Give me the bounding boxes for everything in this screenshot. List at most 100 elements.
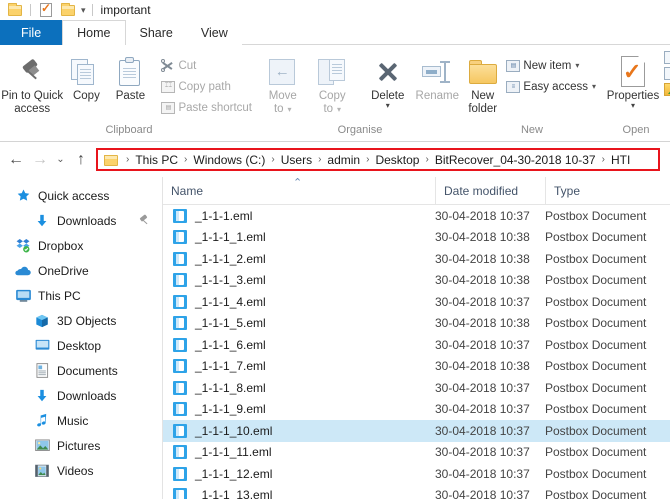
table-row[interactable]: _1-1-1_6.eml 30-04-2018 10:37 Postbox Do…	[163, 334, 670, 356]
file-name: _1-1-1_3.eml	[195, 273, 266, 288]
tab-view[interactable]: View	[187, 20, 242, 45]
paste-shortcut-icon: ▤	[158, 101, 178, 114]
sidebar-item-3d-objects[interactable]: 3D Objects	[0, 308, 162, 333]
sidebar-item-documents[interactable]: Documents	[0, 358, 162, 383]
explorer-body: Quick access Downloads Dropbox OneDrive …	[0, 177, 670, 499]
sidebar-item-pictures[interactable]: Pictures	[0, 433, 162, 458]
eml-file-icon	[173, 273, 187, 288]
sidebar-item-downloads-quick[interactable]: Downloads	[0, 208, 162, 233]
file-type: Postbox Document	[545, 359, 647, 374]
sort-ascending-icon: ⌃	[293, 177, 303, 189]
breadcrumb-bitrecover[interactable]: BitRecover_04-30-2018 10-37	[434, 153, 597, 167]
copy-path-button[interactable]: ⌶⌶ Copy path	[158, 76, 258, 97]
breadcrumb-separator: ›	[425, 154, 429, 165]
new-folder-icon	[468, 54, 498, 90]
breadcrumb[interactable]: › This PC › Windows (C:) › Users › admin…	[96, 148, 660, 171]
paste-shortcut-button[interactable]: ▤ Paste shortcut	[158, 97, 258, 118]
up-button[interactable]: ↑	[69, 148, 93, 172]
copy-button[interactable]: Copy	[64, 52, 108, 103]
sidebar-item-videos[interactable]: Videos	[0, 458, 162, 483]
breadcrumb-this-pc[interactable]: This PC	[134, 153, 179, 167]
table-row[interactable]: _1-1-1.eml 30-04-2018 10:37 Postbox Docu…	[163, 205, 670, 227]
folder-icon[interactable]	[7, 2, 23, 18]
table-row[interactable]: _1-1-1_11.eml 30-04-2018 10:37 Postbox D…	[163, 442, 670, 464]
table-row[interactable]: _1-1-1_7.eml 30-04-2018 10:38 Postbox Do…	[163, 356, 670, 378]
tab-file[interactable]: File	[0, 20, 63, 45]
table-row[interactable]: _1-1-1_9.eml 30-04-2018 10:37 Postbox Do…	[163, 399, 670, 421]
table-row[interactable]: _1-1-1_3.eml 30-04-2018 10:38 Postbox Do…	[163, 270, 670, 292]
delete-dropdown-caret[interactable]: ▾	[386, 102, 390, 110]
tab-share[interactable]: Share	[126, 20, 187, 45]
table-row-selected[interactable]: _1-1-1_10.eml 30-04-2018 10:37 Postbox D…	[163, 420, 670, 442]
breadcrumb-admin[interactable]: admin	[326, 153, 361, 167]
file-date: 30-04-2018 10:37	[435, 445, 530, 460]
sidebar-item-onedrive[interactable]: OneDrive	[0, 258, 162, 283]
file-date: 30-04-2018 10:37	[435, 380, 530, 395]
sidebar-item-downloads[interactable]: Downloads	[0, 383, 162, 408]
forward-button[interactable]: →	[28, 148, 52, 172]
open-with-icon[interactable]	[664, 51, 670, 64]
history-icon[interactable]	[664, 83, 670, 96]
back-button[interactable]: ←	[4, 148, 28, 172]
copy-to-button[interactable]: Copy to ▾	[308, 52, 358, 116]
table-row[interactable]: _1-1-1_1.eml 30-04-2018 10:38 Postbox Do…	[163, 227, 670, 249]
file-type: Postbox Document	[545, 251, 647, 266]
open-group-commands	[664, 45, 670, 141]
easy-access-button[interactable]: ≡ Easy access ▾	[503, 76, 602, 97]
move-to-label-line2: to ▾	[273, 103, 292, 115]
pin-to-quick-access-button[interactable]: Pin to Quick access	[0, 52, 64, 116]
new-folder-quick-icon[interactable]	[60, 2, 76, 18]
properties-checkmark-icon[interactable]	[38, 1, 54, 18]
file-date: 30-04-2018 10:38	[435, 230, 530, 245]
sidebar-label: Downloads	[57, 388, 117, 403]
sidebar-item-desktop[interactable]: Desktop	[0, 333, 162, 358]
pin-icon[interactable]	[139, 214, 150, 226]
table-row[interactable]: _1-1-1_4.eml 30-04-2018 10:37 Postbox Do…	[163, 291, 670, 313]
breadcrumb-users[interactable]: Users	[280, 153, 313, 167]
file-name: _1-1-1.eml	[195, 208, 253, 223]
sidebar-label: Videos	[57, 463, 94, 478]
table-row[interactable]: _1-1-1_8.eml 30-04-2018 10:37 Postbox Do…	[163, 377, 670, 399]
copy-pages-icon	[71, 54, 101, 90]
breadcrumb-windows-c[interactable]: Windows (C:)	[192, 153, 266, 167]
column-header-name[interactable]: Name ⌃	[163, 177, 435, 205]
table-row[interactable]: _1-1-1_12.eml 30-04-2018 10:37 Postbox D…	[163, 463, 670, 485]
sidebar-item-this-pc[interactable]: This PC	[0, 283, 162, 308]
window-title: important	[100, 3, 151, 17]
recent-locations-button[interactable]: ⌄	[52, 148, 69, 172]
new-folder-button[interactable]: New folder	[462, 52, 503, 116]
rename-button[interactable]: Rename	[413, 52, 463, 103]
column-header-date-modified[interactable]: Date modified	[435, 177, 545, 205]
properties-dropdown-caret[interactable]: ▾	[631, 102, 635, 110]
videos-icon	[33, 462, 51, 480]
move-to-button[interactable]: ← Move to ▾	[258, 52, 308, 116]
new-item-caret[interactable]: ▾	[575, 61, 579, 70]
sidebar-item-music[interactable]: Music	[0, 408, 162, 433]
edit-icon[interactable]	[664, 67, 670, 80]
folder-icon	[104, 153, 119, 166]
table-row[interactable]: _1-1-1_5.eml 30-04-2018 10:38 Postbox Do…	[163, 313, 670, 335]
paste-button[interactable]: Paste	[108, 52, 152, 103]
breadcrumb-desktop[interactable]: Desktop	[374, 153, 420, 167]
cut-label: Cut	[178, 59, 197, 72]
address-bar: ← → ⌄ ↑ › This PC › Windows (C:) › Users…	[0, 142, 670, 177]
column-headers: Name ⌃ Date modified Type	[163, 177, 670, 205]
breadcrumb-hti[interactable]: HTI	[610, 153, 631, 167]
breadcrumb-separator: ›	[184, 154, 188, 165]
easy-access-caret[interactable]: ▾	[592, 82, 596, 91]
new-item-button[interactable]: ▤ New item ▾	[503, 55, 602, 76]
cut-button[interactable]: Cut	[158, 55, 258, 76]
file-date: 30-04-2018 10:37	[435, 337, 530, 352]
delete-button[interactable]: Delete ▾	[363, 52, 413, 110]
sidebar-item-dropbox[interactable]: Dropbox	[0, 233, 162, 258]
column-header-type[interactable]: Type	[545, 177, 670, 205]
tab-home[interactable]: Home	[62, 20, 126, 45]
group-label-organise: Organise	[337, 124, 383, 136]
properties-button[interactable]: ✓ Properties ▾	[602, 52, 664, 110]
sidebar-item-quick-access[interactable]: Quick access	[0, 183, 162, 208]
table-row[interactable]: _1-1-1_2.eml 30-04-2018 10:38 Postbox Do…	[163, 248, 670, 270]
chevron-down-icon[interactable]: ▾	[81, 5, 86, 16]
delete-x-icon	[375, 54, 401, 90]
table-row[interactable]: _1-1-1_13.eml 30-04-2018 10:37 Postbox D…	[163, 485, 670, 499]
download-arrow-icon	[33, 387, 51, 405]
